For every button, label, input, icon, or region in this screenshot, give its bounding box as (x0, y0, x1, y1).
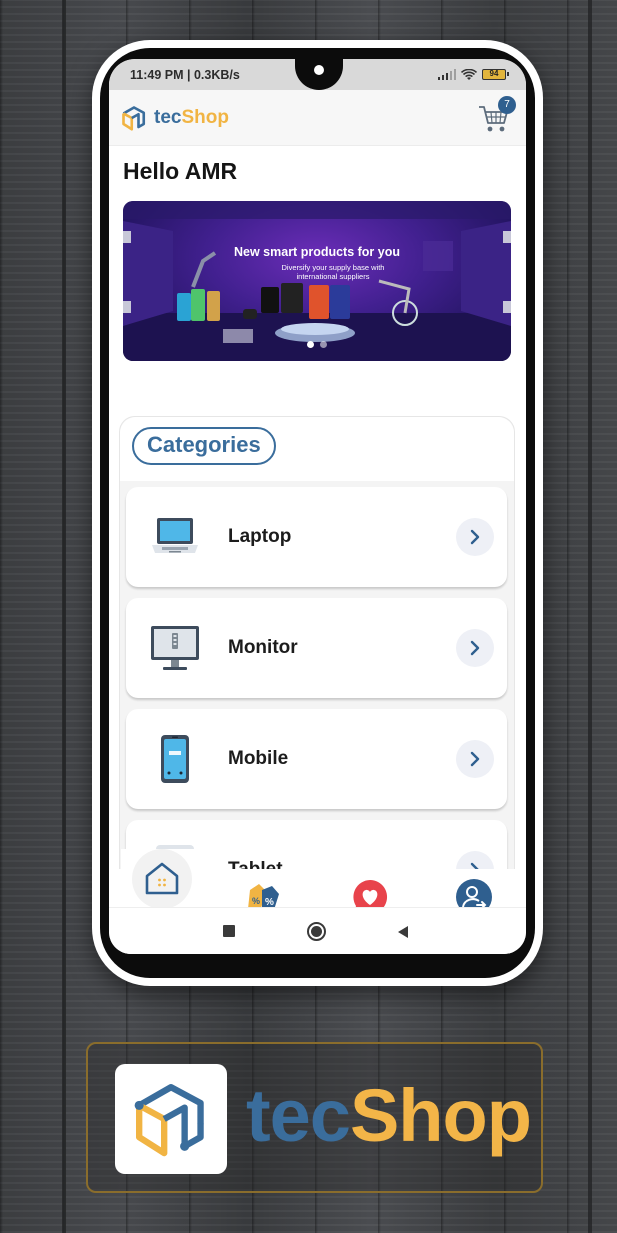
app-header: tecShop 7 (109, 90, 526, 146)
wood-plank-seam (588, 0, 592, 1233)
wordmark-tec: tec (246, 1074, 351, 1157)
banner-title: New smart products for you (234, 245, 400, 259)
home-icon[interactable] (132, 849, 192, 909)
monitor-icon (148, 621, 202, 675)
banner-subtitle: Diversify your supply base with internat… (281, 263, 385, 281)
mobile-icon (148, 732, 202, 786)
system-navigation-bar (109, 907, 526, 954)
tecshop-wordmark: tecShop (246, 1074, 532, 1157)
category-item-monitor[interactable]: Monitor (126, 598, 507, 698)
recent-apps-button[interactable] (223, 925, 235, 937)
carousel-dots (123, 341, 511, 348)
brand-shop: Shop (181, 106, 229, 128)
wordmark-shop: Shop (349, 1074, 532, 1157)
categories-title: Categories (132, 427, 276, 465)
battery-icon: 94 (482, 69, 509, 80)
wood-plank-seam (62, 0, 66, 1233)
categories-panel: Categories Laptop Monitor Mobile (119, 416, 515, 920)
status-time: 11:49 PM | 0.3KB/s (130, 67, 240, 82)
tecshop-app-icon (115, 1064, 227, 1174)
chevron-right-icon[interactable] (456, 518, 494, 556)
cart-button[interactable]: 7 (478, 95, 516, 134)
laptop-icon (148, 510, 202, 564)
category-item-laptop[interactable]: Laptop (126, 487, 507, 587)
back-button[interactable] (396, 925, 410, 939)
greeting-heading: Hello AMR (123, 158, 238, 184)
chevron-right-icon[interactable] (456, 629, 494, 667)
app-screen: 11:49 PM | 0.3KB/s 94 tecShop 7 Hello AM… (109, 59, 526, 954)
signal-icon (437, 69, 456, 80)
category-label: Monitor (228, 637, 298, 658)
carousel-dot[interactable] (307, 341, 314, 348)
category-item-mobile[interactable]: Mobile (126, 709, 507, 809)
brand-logo[interactable]: tecShop (119, 101, 229, 135)
home-button[interactable] (307, 922, 326, 941)
cart-count-badge: 7 (498, 95, 516, 114)
svg-text:%: % (252, 896, 260, 906)
carousel-dot[interactable] (320, 341, 327, 348)
wifi-icon (461, 68, 477, 80)
category-label: Laptop (228, 526, 292, 547)
category-label: Mobile (228, 748, 289, 769)
promo-banner-carousel[interactable]: New smart products for you Diversify you… (123, 201, 511, 361)
banner-scene-illustration (123, 201, 511, 361)
brand-tec: tec (154, 106, 182, 128)
tecshop-logo-icon (122, 105, 146, 131)
chevron-right-icon[interactable] (456, 740, 494, 778)
tecshop-brand-banner: tecShop (86, 1042, 543, 1193)
